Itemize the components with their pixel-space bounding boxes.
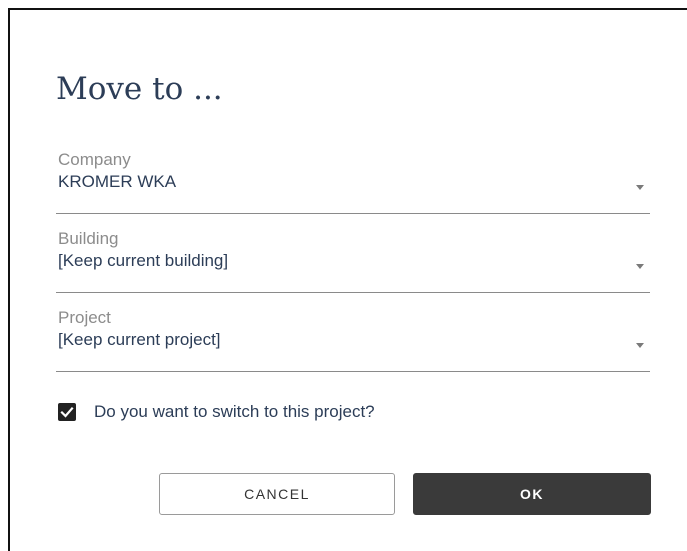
dialog-title: Move to ... [56,71,223,107]
ok-button[interactable]: OK [413,473,651,515]
building-value: [Keep current building] [58,251,229,270]
building-select[interactable]: Building [Keep current building] [56,229,650,293]
cancel-button[interactable]: CANCEL [159,473,395,515]
dropdown-arrow-icon[interactable] [636,185,644,190]
switch-project-label: Do you want to switch to this project? [94,402,375,421]
project-label: Project [58,308,111,327]
company-label: Company [58,150,131,169]
dropdown-arrow-icon[interactable] [636,343,644,348]
checkmark-icon [60,406,74,418]
project-value: [Keep current project] [58,330,221,349]
switch-project-option[interactable]: Do you want to switch to this project? [58,401,375,423]
move-to-dialog: Move to ... Company KROMER WKA Building … [8,8,687,551]
project-select[interactable]: Project [Keep current project] [56,308,650,372]
company-select[interactable]: Company KROMER WKA [56,150,650,214]
company-value: KROMER WKA [58,172,177,191]
switch-project-checkbox[interactable] [58,403,76,421]
building-label: Building [58,229,119,248]
dropdown-arrow-icon[interactable] [636,264,644,269]
